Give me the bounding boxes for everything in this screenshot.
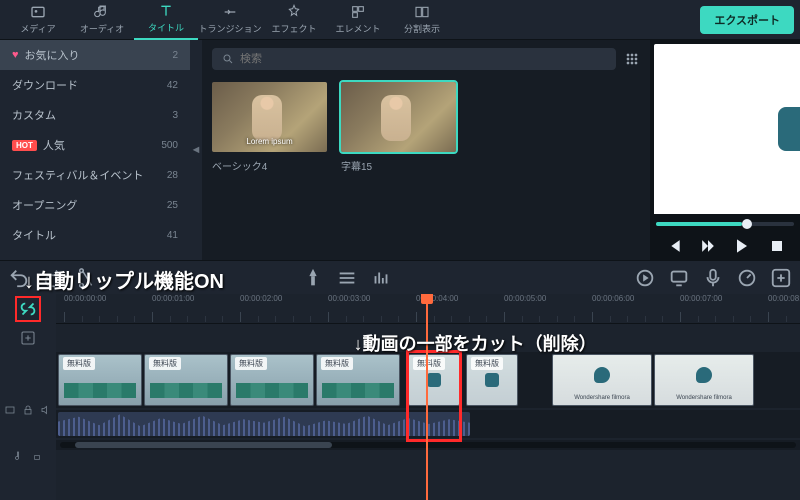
clip-logo-1[interactable]: Wondershare filmora [552,354,652,406]
timeline-hscrollbar[interactable] [56,440,800,450]
title-icon [158,3,174,19]
sidebar-item-title[interactable]: タイトル41 [0,220,190,250]
record-screen-icon[interactable] [668,267,690,289]
nav-title[interactable]: タイトル [134,0,198,40]
clip-logo-2[interactable]: Wondershare filmora [654,354,754,406]
sidebar-item-festival[interactable]: フェスティバル＆イベント28 [0,160,190,190]
media-icon [30,4,46,20]
audio-track-icon [14,450,26,462]
prev-frame-button[interactable] [663,236,683,256]
timeline: 00:00:00:0000:00:01:0000:00:02:0000:00:0… [0,294,800,500]
clip-4[interactable]: 無料版 [316,354,400,406]
nav-transition[interactable]: トランジション [198,0,262,40]
stop-button[interactable] [767,236,787,256]
timeline-toolbar: ↓自動リップル機能ON [0,260,800,294]
asset-panel: Lorem ipsum ベーシック4 字幕15 [202,40,650,260]
clip-6[interactable]: 無料版 [466,354,518,406]
lock-icon[interactable] [22,404,34,416]
search-icon [222,53,234,65]
split-button[interactable] [76,267,98,289]
video-track-header[interactable] [4,382,52,438]
playhead[interactable] [426,294,428,500]
element-icon [350,4,366,20]
mixer-icon[interactable] [736,267,758,289]
heart-icon: ♥ [12,49,19,61]
title-asset-subtitle15[interactable]: 字幕15 [341,82,456,173]
sidebar-collapse-handle[interactable]: ◄ [190,40,202,260]
nav-element[interactable]: エレメント [326,0,390,40]
add-track-icon[interactable] [0,324,56,352]
preview-seek-bar[interactable] [656,222,794,226]
sidebar-item-favorites[interactable]: ♥お気に入り 2 [0,40,190,70]
preview-canvas[interactable] [654,44,800,214]
add-track-button[interactable] [770,267,792,289]
sidebar-item-custom[interactable]: カスタム3 [0,100,190,130]
auto-ripple-button[interactable] [15,296,41,322]
next-frame-button[interactable] [732,236,752,256]
marker-button[interactable] [302,267,324,289]
sidebar-item-opening[interactable]: オープニング25 [0,190,190,220]
redo-button[interactable] [42,267,64,289]
audio-level-icon[interactable] [370,267,392,289]
mute-icon[interactable] [40,404,52,416]
clip-1[interactable]: 無料版 [58,354,142,406]
audio-icon [94,4,110,20]
record-voice-icon[interactable] [702,267,724,289]
settings-icon[interactable] [336,267,358,289]
nav-split[interactable]: 分割表示 [390,0,454,40]
search-input[interactable] [240,53,606,65]
nav-media[interactable]: メディア [6,0,70,40]
sidebar-item-download[interactable]: ダウンロード42 [0,70,190,100]
audio-track[interactable] [56,410,800,438]
visibility-icon[interactable] [4,404,16,416]
timeline-track-header [0,294,56,500]
audio-track-header[interactable] [4,442,52,470]
nav-effect[interactable]: エフェクト [262,0,326,40]
clip-2[interactable]: 無料版 [144,354,228,406]
search-box[interactable] [212,48,616,70]
play-button[interactable] [698,236,718,256]
view-grid-icon[interactable] [624,51,640,67]
top-nav: メディア オーディオ タイトル トランジション エフェクト エレメント 分割表示… [0,0,800,40]
title-asset-basic4[interactable]: Lorem ipsum ベーシック4 [212,82,327,173]
undo-button[interactable] [8,267,30,289]
split-icon [414,4,430,20]
hot-badge: HOT [12,140,37,151]
clip-3[interactable]: 無料版 [230,354,314,406]
video-track[interactable]: 無料版 無料版 無料版 無料版 無料版 無料版 Wondershare film… [56,352,800,408]
category-sidebar: ♥お気に入り 2 ダウンロード42 カスタム3 HOT人気500 フェスティバル… [0,40,190,260]
effect-icon [286,4,302,20]
clip-5[interactable]: 無料版 [408,354,460,406]
transition-icon [222,4,238,20]
sidebar-item-popular[interactable]: HOT人気500 [0,130,190,160]
render-button[interactable] [634,267,656,289]
preview-panel [650,40,800,260]
export-button[interactable]: エクスポート [700,6,794,34]
lock-icon[interactable] [32,451,42,461]
audio-clip[interactable] [58,412,470,436]
nav-audio[interactable]: オーディオ [70,0,134,40]
